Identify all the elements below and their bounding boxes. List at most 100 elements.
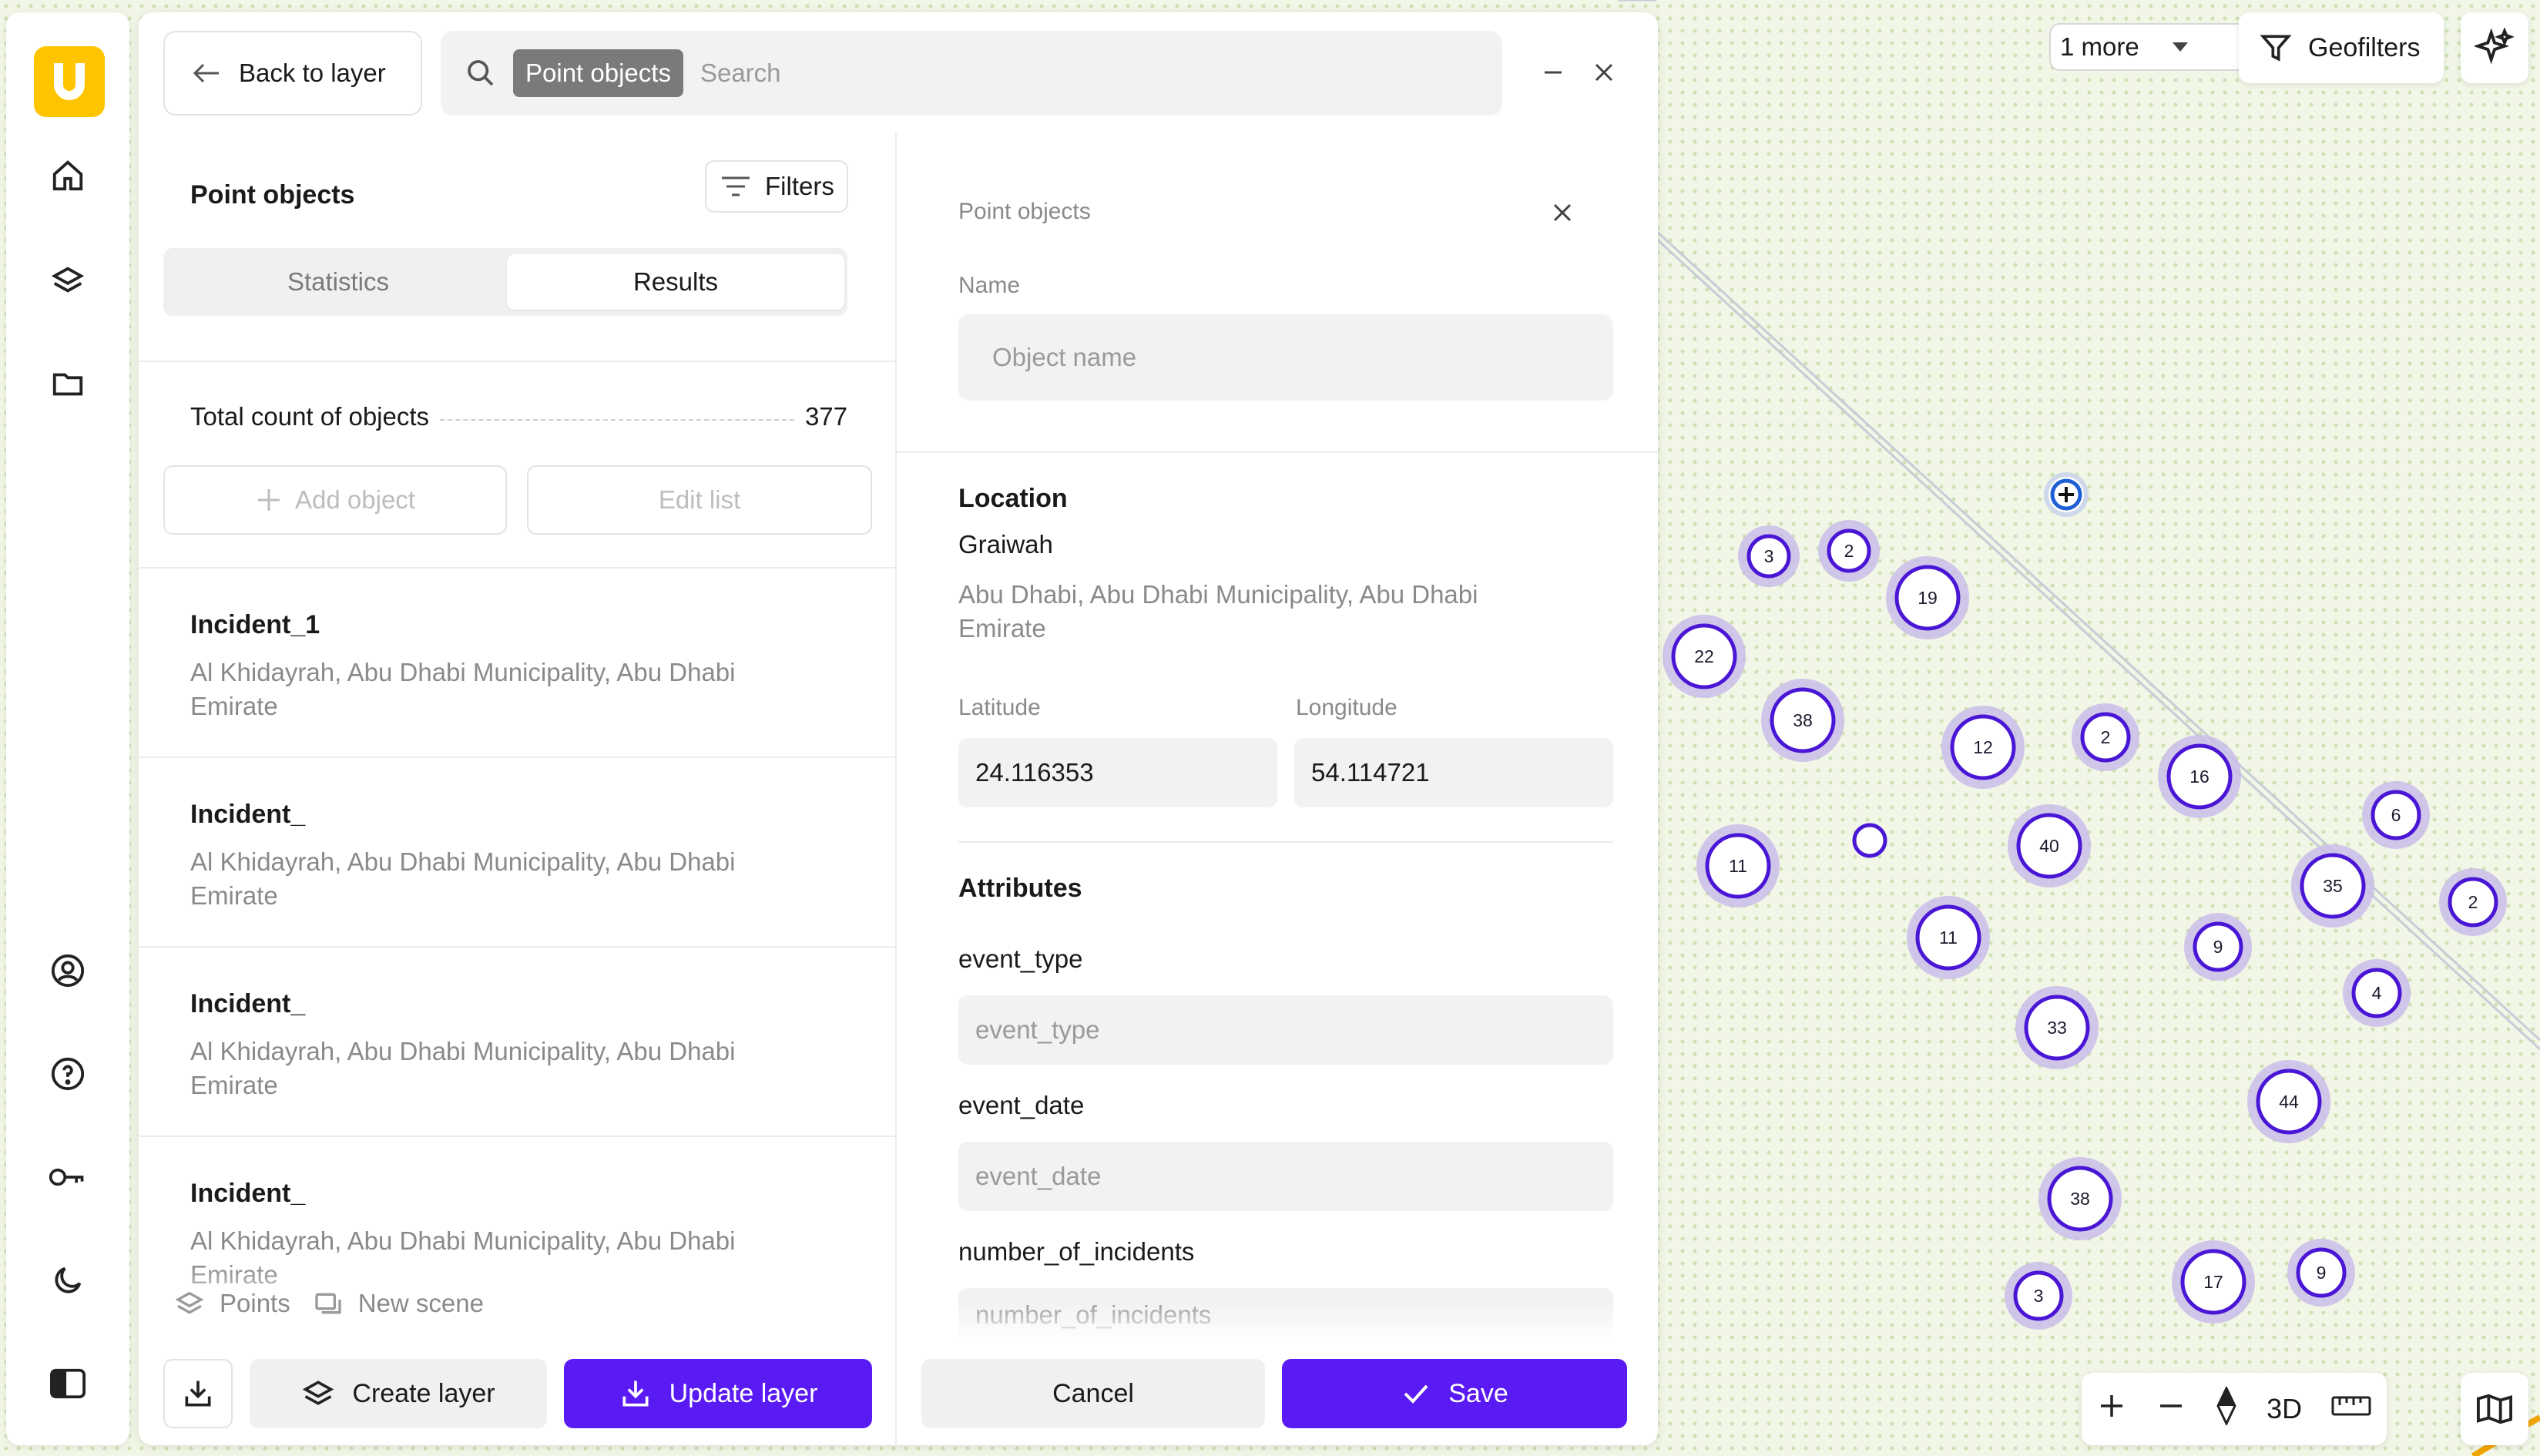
name-field[interactable] [958,314,1613,401]
3d-toggle[interactable]: 3D [2267,1393,2302,1425]
attributes-title: Attributes [958,874,1082,903]
geofilters-button[interactable]: Geofilters [2239,12,2444,83]
map-point[interactable] [1852,823,1887,858]
cluster-count: 17 [2203,1272,2223,1292]
event-type-field[interactable] [958,995,1613,1065]
tab-results[interactable]: Results [507,254,844,310]
download-button[interactable] [163,1359,233,1428]
leader-dots [440,419,794,421]
funnel-icon [2260,35,2292,62]
search-input[interactable] [700,59,1394,88]
tab-statistics[interactable]: Statistics [169,254,507,310]
u-logo-icon[interactable] [34,46,105,117]
layers-icon [175,1291,204,1314]
longitude-field[interactable] [1294,738,1613,807]
cluster-marker[interactable]: 3 [2005,1262,2072,1330]
cluster-count: 11 [1939,928,1958,948]
help-icon[interactable] [45,1051,91,1097]
save-button[interactable]: Save [1282,1359,1627,1428]
longitude-label: Longitude [1296,695,1398,720]
list-item[interactable]: Incident_ Al Khidayrah, Abu Dhabi Munici… [139,948,895,1137]
event-date-field[interactable] [958,1142,1613,1211]
list-title: Point objects [190,180,355,210]
cluster-marker[interactable]: 11 [1907,896,1990,979]
moon-icon[interactable] [45,1257,91,1303]
search-filter-chip[interactable]: Point objects [513,49,683,97]
zoom-out-icon[interactable] [2156,1391,2186,1428]
object-name: Incident_ [190,800,306,829]
cluster-marker[interactable]: 6 [2362,781,2430,849]
download-icon [185,1381,211,1407]
cluster-marker[interactable]: 4 [2343,959,2411,1027]
zoom-in-icon[interactable] [2096,1391,2127,1428]
latitude-field[interactable] [958,738,1277,807]
layers-icon[interactable] [45,257,91,304]
add-object-button[interactable]: Add object [163,465,507,535]
layers-icon [303,1381,334,1405]
name-label: Name [958,273,1021,298]
cluster-marker[interactable]: 33 [2015,986,2099,1069]
cluster-marker[interactable]: 38 [1761,679,1844,762]
add-object-label: Add object [295,485,415,514]
close-icon[interactable] [1581,49,1627,96]
cluster-marker[interactable]: 19 [1886,556,1969,639]
cancel-label: Cancel [1052,1378,1134,1408]
cluster-count: 2 [1844,541,1854,561]
ruler-icon[interactable] [2330,1393,2372,1426]
sparkle-icon[interactable] [2461,12,2528,83]
cluster-marker[interactable]: 12 [1941,706,2025,789]
edit-list-label: Edit list [658,485,741,514]
user-circle-icon[interactable] [45,948,91,994]
cluster-marker[interactable]: 38 [2038,1157,2122,1240]
create-layer-button[interactable]: Create layer [250,1359,547,1428]
form-fade [897,1303,1658,1357]
key-icon[interactable] [45,1154,91,1200]
cluster-marker[interactable]: 9 [2287,1239,2355,1307]
scene-icon [315,1293,341,1314]
cluster-marker[interactable]: 11 [1696,824,1780,907]
cluster-count: 38 [1793,710,1813,730]
plus-icon [258,489,280,511]
cluster-count: 9 [2317,1263,2327,1283]
sidebar-toggle-icon[interactable] [45,1360,91,1407]
create-layer-label: Create layer [352,1378,495,1408]
selected-point-marker[interactable] [2044,472,2089,517]
cluster-marker[interactable]: 22 [1663,615,1746,698]
layers-more-select[interactable]: 1 more [2049,23,2248,71]
map-type-icon[interactable] [2461,1373,2528,1445]
cluster-count: 2 [2468,892,2478,912]
list-item[interactable]: Incident_ Al Khidayrah, Abu Dhabi Munici… [139,758,895,948]
minimize-icon[interactable] [1530,49,1576,96]
folder-icon[interactable] [45,361,91,407]
edit-list-button[interactable]: Edit list [527,465,872,535]
cluster-count: 4 [2372,983,2382,1003]
search-icon [468,60,494,86]
cluster-marker[interactable]: 2 [1818,520,1880,582]
back-to-layer-button[interactable]: Back to layer [163,31,422,116]
cluster-marker[interactable]: 9 [2184,913,2252,981]
cluster-marker[interactable]: 40 [2008,804,2091,887]
update-layer-icon [622,1381,649,1407]
cluster-count: 40 [2039,836,2059,856]
form-close-icon[interactable] [1539,190,1585,236]
cluster-count: 16 [2189,767,2209,787]
search-bar[interactable]: Point objects [441,31,1502,116]
total-count-label: Total count of objects [190,402,430,431]
cluster-marker[interactable]: 3 [1738,525,1800,587]
check-icon [1404,1384,1428,1404]
cluster-marker[interactable]: 44 [2247,1060,2330,1143]
update-layer-button[interactable]: Update layer [564,1359,872,1428]
cancel-button[interactable]: Cancel [921,1359,1265,1428]
cluster-marker[interactable]: 16 [2158,735,2241,818]
home-icon[interactable] [45,153,91,199]
cluster-marker[interactable]: 2 [2072,703,2139,771]
objects-panel: Back to layer Point objects Point object… [139,12,1658,1445]
list-item[interactable]: Incident_1 Al Khidayrah, Abu Dhabi Munic… [139,569,895,758]
object-address: Al Khidayrah, Abu Dhabi Municipality, Ab… [190,847,736,910]
object-address: Al Khidayrah, Abu Dhabi Municipality, Ab… [190,658,736,720]
compass-icon[interactable] [2215,1385,2238,1432]
filters-button[interactable]: Filters [705,160,848,213]
cluster-marker[interactable]: 17 [2172,1240,2255,1323]
cluster-marker[interactable]: 2 [2439,868,2507,936]
cluster-marker[interactable]: 35 [2291,844,2374,928]
